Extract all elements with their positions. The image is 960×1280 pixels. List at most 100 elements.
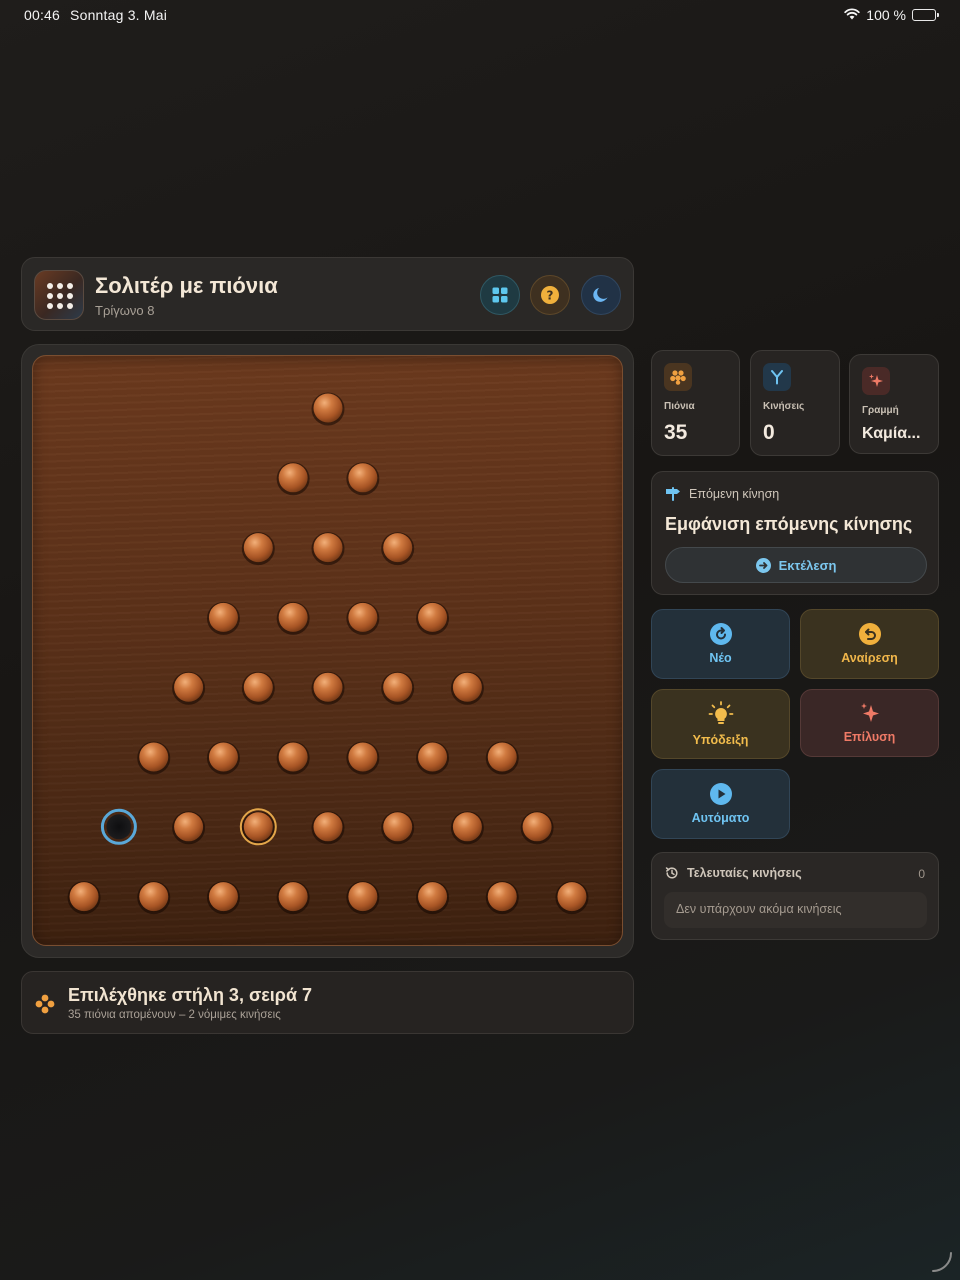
recent-moves-header: Τελευταίες κινήσεις [665, 866, 802, 880]
theme-toggle-button[interactable] [581, 275, 621, 315]
board-select-button[interactable] [480, 275, 520, 315]
peg[interactable] [206, 881, 240, 915]
branch-icon [763, 363, 791, 391]
peg[interactable] [416, 881, 450, 915]
peg[interactable] [311, 811, 345, 845]
recent-moves-empty: Δεν υπάρχουν ακόμα κινήσεις [664, 892, 927, 928]
hole-target[interactable] [100, 808, 137, 845]
peg[interactable] [346, 741, 380, 775]
peg[interactable] [311, 392, 345, 426]
stat-streak: Γραμμή Καμία... [849, 354, 939, 454]
next-move-heading: Επόμενη κίνηση [689, 487, 780, 501]
peg[interactable] [241, 671, 275, 705]
sparkle-icon [862, 367, 890, 395]
peg[interactable] [520, 811, 554, 845]
selection-status: Επιλέχθηκε στήλη 3, σειρά 7 35 πιόνια απ… [21, 971, 634, 1034]
undo-button[interactable]: Αναίρεση [800, 609, 939, 679]
stat-label: Γραμμή [862, 405, 899, 416]
new-game-button[interactable]: Νέο [651, 609, 790, 679]
game-board [32, 355, 623, 946]
clock: 00:46 [24, 7, 61, 23]
status-time: 00:46 Sonntag 3. Mai [24, 7, 167, 23]
peg[interactable] [311, 671, 345, 705]
peg[interactable] [346, 601, 380, 635]
peg[interactable] [206, 741, 240, 775]
battery-percent: 100 % [866, 7, 906, 23]
help-button[interactable]: ? [530, 275, 570, 315]
peg[interactable] [485, 881, 519, 915]
peg[interactable] [172, 811, 206, 845]
recent-moves-count: 0 [918, 867, 925, 881]
recent-moves-panel: Τελευταίες κινήσεις 0 Δεν υπάρχουν ακόμα… [651, 852, 939, 940]
peg[interactable] [276, 601, 310, 635]
peg[interactable] [276, 741, 310, 775]
peg[interactable] [555, 881, 589, 915]
recent-moves-heading: Τελευταίες κινήσεις [687, 866, 802, 880]
auto-play-button[interactable]: Αυτόματο [651, 769, 790, 839]
help-icon: ? [541, 286, 559, 304]
status-bar: 00:46 Sonntag 3. Mai 100 % [0, 0, 960, 30]
sparkle-icon [860, 703, 879, 722]
board-variant: Τρίγωνο 8 [95, 303, 155, 318]
grid-icon [492, 287, 508, 303]
pegs-icon [664, 363, 692, 391]
peg[interactable] [485, 741, 519, 775]
stat-pegs: Πιόνια 35 [651, 350, 740, 456]
peg[interactable] [206, 601, 240, 635]
peg[interactable] [416, 601, 450, 635]
stat-value: 0 [763, 421, 775, 444]
pegs-icon [35, 994, 55, 1014]
undo-icon [858, 623, 881, 645]
new-label: Νέο [709, 651, 732, 665]
hint-label: Υπόδειξη [692, 733, 749, 747]
arrow-right-circle-icon [755, 557, 771, 573]
stat-value: Καμία... [862, 425, 921, 442]
status-message: Επιλέχθηκε στήλη 3, σειρά 7 [68, 985, 313, 1005]
battery-icon [912, 9, 939, 21]
signpost-icon [666, 487, 680, 501]
peg[interactable] [381, 811, 415, 845]
solve-button[interactable]: Επίλυση [800, 689, 939, 757]
resize-handle-icon[interactable] [930, 1250, 954, 1274]
peg[interactable] [346, 881, 380, 915]
history-icon [665, 867, 678, 879]
next-move-header: Επόμενη κίνηση [665, 486, 779, 502]
peg[interactable] [381, 671, 415, 705]
peg[interactable] [137, 741, 171, 775]
peg[interactable] [311, 532, 345, 566]
peg[interactable] [450, 811, 484, 845]
execute-label: Εκτέλεση [778, 557, 837, 573]
peg[interactable] [172, 671, 206, 705]
peg[interactable] [381, 532, 415, 566]
board-canvas [67, 392, 589, 915]
svg-text:?: ? [547, 288, 554, 302]
peg[interactable] [67, 881, 101, 915]
app-header: Σολιτέρ με πιόνια Τρίγωνο 8 ? [21, 257, 634, 331]
peg[interactable] [450, 671, 484, 705]
page-title: Σολιτέρ με πιόνια [95, 273, 278, 298]
moon-icon [593, 288, 608, 302]
stat-value: 35 [664, 421, 688, 444]
status-right: 100 % [844, 7, 939, 23]
undo-label: Αναίρεση [841, 651, 898, 665]
peg[interactable] [241, 532, 275, 566]
peg[interactable] [137, 881, 171, 915]
peg[interactable] [276, 462, 310, 496]
peg-selected[interactable] [239, 808, 277, 846]
peg[interactable] [416, 741, 450, 775]
stat-label: Κινήσεις [763, 401, 805, 412]
status-detail: 35 πιόνια απομένουν – 2 νόμιμες κινήσεις [68, 1009, 281, 1021]
play-icon [709, 783, 732, 805]
execute-button[interactable]: Εκτέλεση [665, 547, 927, 583]
stat-moves: Κινήσεις 0 [750, 350, 840, 456]
hint-button[interactable]: Υπόδειξη [651, 689, 790, 759]
next-move-text: Εμφάνιση επόμενης κίνησης [665, 514, 913, 534]
lightbulb-icon [708, 701, 733, 724]
date: Sonntag 3. Mai [70, 7, 168, 23]
stat-label: Πιόνια [664, 401, 695, 412]
solve-label: Επίλυση [843, 730, 896, 744]
peg[interactable] [276, 881, 310, 915]
peg[interactable] [346, 462, 380, 496]
wifi-icon [844, 7, 860, 23]
restart-icon [709, 623, 732, 645]
